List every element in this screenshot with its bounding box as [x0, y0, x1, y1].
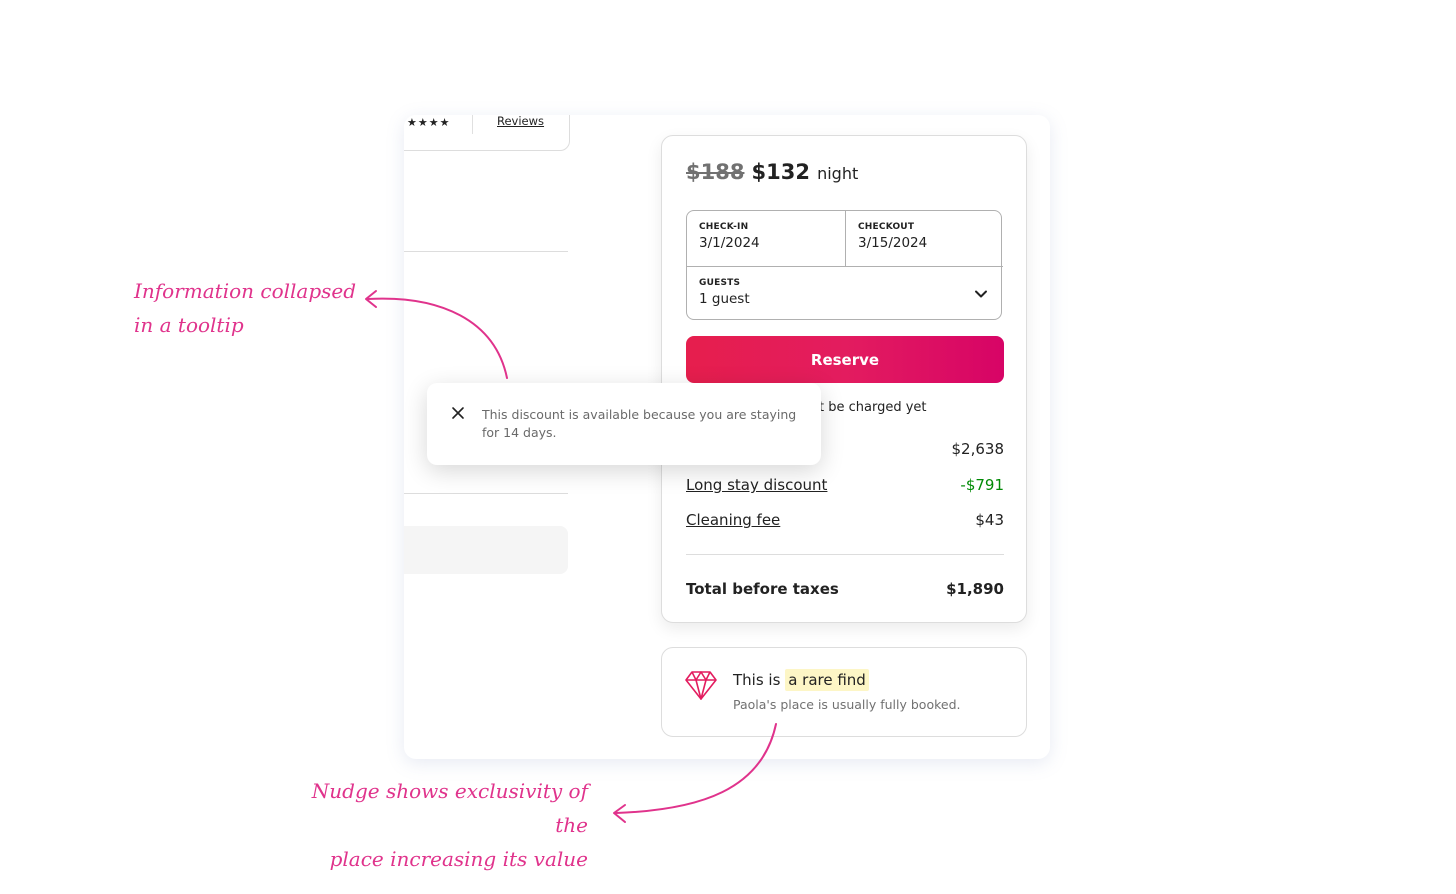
guests-select[interactable]: GUESTS 1 guest	[687, 266, 1003, 321]
nudge-annotation: Nudge shows exclusivity of the place inc…	[274, 774, 588, 876]
rare-find-highlight: a rare find	[785, 669, 869, 691]
annotation-line: Nudge shows exclusivity of the	[311, 779, 588, 837]
nudge-arrowhead	[613, 804, 626, 823]
discount-tooltip: This discount is available because you a…	[427, 383, 821, 465]
rating-stars: ★★★★	[407, 116, 451, 129]
tooltip-annotation: Information collapsed in a tooltip	[134, 274, 356, 342]
price-line-value: $2,638	[951, 440, 1005, 458]
diamond-icon	[685, 671, 717, 700]
checkout-field[interactable]: CHECKOUT 3/15/2024	[846, 211, 1003, 266]
reserve-button[interactable]: Reserve	[686, 336, 1004, 383]
discounted-price: $132	[751, 160, 810, 184]
close-icon[interactable]	[451, 406, 465, 420]
cleaning-fee-link[interactable]: Cleaning fee	[686, 511, 780, 529]
tooltip-arrowhead	[365, 290, 377, 308]
chevron-down-icon[interactable]	[973, 286, 989, 302]
guests-value: 1 guest	[699, 291, 750, 307]
reviews-link[interactable]: Reviews	[497, 115, 544, 128]
rating-divider	[472, 115, 473, 134]
charge-notice: t be charged yet	[819, 400, 927, 415]
rating-card: ★★★★ Reviews	[404, 115, 570, 151]
total-label: Total before taxes	[686, 580, 839, 598]
checkin-label: CHECK-IN	[699, 222, 749, 232]
rare-find-subtitle: Paola's place is usually fully booked.	[733, 697, 961, 712]
annotation-line: Information collapsed	[134, 279, 357, 303]
checkin-field[interactable]: CHECK-IN 3/1/2024	[687, 211, 846, 266]
collapsed-section	[404, 526, 568, 574]
booking-card: $188 $132 night CHECK-IN 3/1/2024 CHECKO…	[661, 135, 1027, 623]
date-guest-picker: CHECK-IN 3/1/2024 CHECKOUT 3/15/2024 GUE…	[686, 210, 1003, 321]
section-divider	[404, 251, 568, 252]
section-divider	[404, 493, 568, 494]
annotation-line: place increasing its value	[329, 847, 588, 871]
total-divider	[686, 554, 1004, 555]
total-value: $1,890	[946, 580, 1004, 598]
rare-find-prefix: This is	[733, 671, 781, 689]
discount-value: -$791	[960, 476, 1004, 494]
price-row: $188 $132 night	[686, 160, 858, 184]
rare-find-card: This is a rare find Paola's place is usu…	[661, 647, 1027, 737]
cleaning-fee-value: $43	[975, 511, 1004, 529]
annotation-line: in a tooltip	[134, 313, 244, 337]
original-price: $188	[686, 160, 745, 184]
checkout-value: 3/15/2024	[858, 235, 928, 251]
long-stay-discount-link[interactable]: Long stay discount	[686, 476, 827, 494]
price-unit: night	[817, 164, 859, 183]
tooltip-text: This discount is available because you a…	[482, 407, 797, 440]
rare-find-title: This is a rare find	[733, 669, 869, 691]
guests-label: GUESTS	[699, 278, 741, 288]
checkin-value: 3/1/2024	[699, 235, 760, 251]
checkout-label: CHECKOUT	[858, 222, 915, 232]
